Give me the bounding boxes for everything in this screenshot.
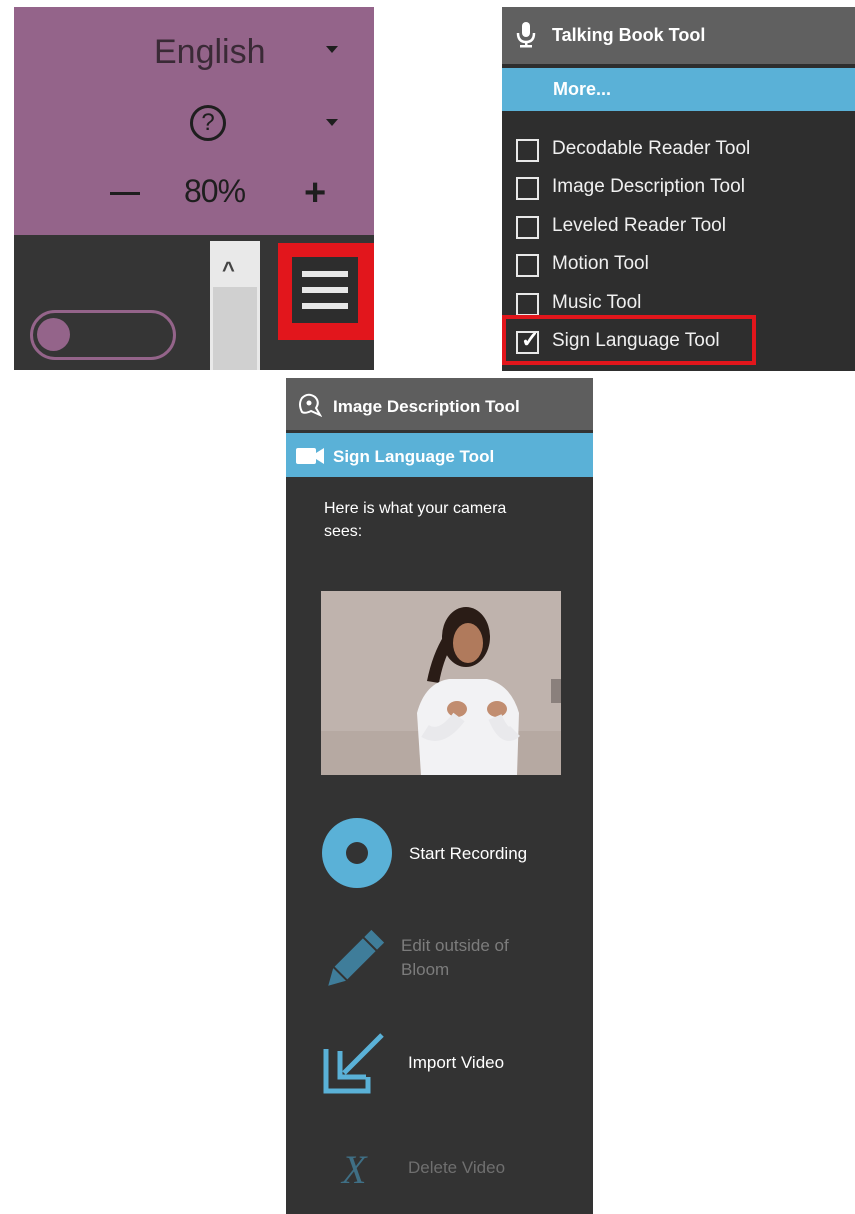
language-selector[interactable]: English [154, 33, 266, 72]
zoom-out-button[interactable] [110, 192, 140, 195]
camera-instructions: Here is what your camera sees: [324, 500, 507, 540]
language-dropdown-icon[interactable] [326, 46, 338, 53]
more-button[interactable]: More... [502, 68, 855, 111]
highlight-box [502, 315, 756, 365]
edit-outside-label: Edit outside of Bloom [401, 936, 509, 979]
tool-item-label: Image Description Tool [552, 176, 745, 197]
delete-video-label: Delete Video [408, 1158, 506, 1177]
checkbox[interactable] [516, 139, 539, 162]
import-video-button[interactable]: Import Video [286, 1026, 593, 1106]
import-icon [323, 1033, 384, 1094]
edit-outside-button[interactable]: Edit outside of Bloom [286, 926, 593, 1006]
pencil-icon [328, 929, 385, 986]
tool-item-label: Music Tool [552, 292, 642, 313]
tool-item-label: Leveled Reader Tool [552, 215, 726, 236]
toggle-knob [37, 318, 70, 351]
help-icon[interactable]: ? [190, 105, 226, 141]
hamburger-menu-button[interactable] [278, 243, 374, 340]
talking-book-tool-label: Talking Book Tool [552, 25, 706, 45]
help-dropdown-icon[interactable] [326, 119, 338, 126]
scrollbar-thumb[interactable] [213, 287, 257, 370]
tools-menu-panel: Talking Book Tool More... Decodable Read… [502, 7, 855, 371]
microphone-icon [516, 22, 536, 48]
record-icon [322, 818, 392, 888]
checkbox[interactable] [516, 177, 539, 200]
checkbox[interactable] [516, 216, 539, 239]
camera-preview-image [321, 591, 561, 775]
sign-language-tool-label: Sign Language Tool [333, 447, 495, 466]
delete-icon: X [342, 1147, 367, 1192]
more-label: More... [553, 79, 612, 99]
image-description-tool-header[interactable]: Image Description Tool [286, 378, 593, 430]
image-description-tool-label: Image Description Tool [333, 397, 520, 416]
delete-video-button[interactable]: X Delete Video [286, 1140, 593, 1214]
image-description-icon [299, 393, 322, 417]
checkbox[interactable] [516, 293, 539, 316]
scroll-up-icon[interactable]: ^ [222, 257, 235, 283]
talking-book-tool-header[interactable]: Talking Book Tool [502, 7, 855, 64]
checkbox[interactable] [516, 254, 539, 277]
toggle-switch[interactable] [30, 310, 176, 360]
import-video-label: Import Video [408, 1053, 505, 1072]
language-zoom-panel: English ? 80% + ^ [14, 7, 374, 370]
sign-language-panel: Image Description Tool Sign Language Too… [286, 378, 593, 1214]
start-recording-button[interactable]: Start Recording [286, 815, 593, 895]
sign-language-tool-header[interactable]: Sign Language Tool [286, 433, 593, 477]
video-camera-icon [296, 448, 324, 464]
zoom-level: 80% [184, 173, 246, 209]
hamburger-icon [292, 257, 358, 323]
zoom-in-button[interactable]: + [304, 174, 326, 212]
tool-item-label: Decodable Reader Tool [552, 138, 751, 159]
tool-item-label: Motion Tool [552, 253, 649, 274]
camera-preview [321, 591, 561, 775]
start-recording-label: Start Recording [409, 844, 528, 863]
